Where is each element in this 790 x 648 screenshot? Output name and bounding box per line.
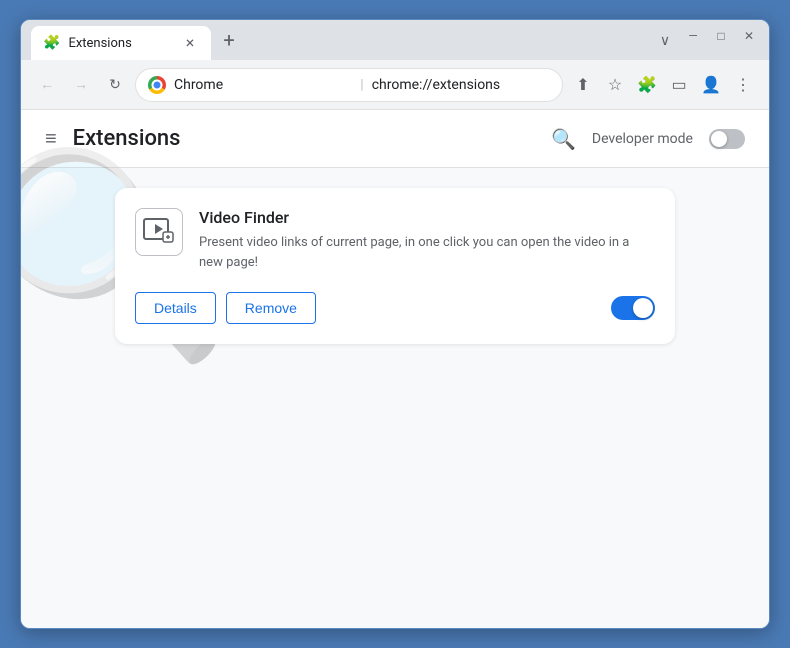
menu-icon[interactable]: ⋮ [729,71,757,99]
extension-app-icon [135,208,183,256]
back-button[interactable]: ← [33,71,61,99]
maximize-button[interactable]: □ [711,26,731,46]
menu-hamburger-icon[interactable]: ≡ [45,126,57,151]
browser-tab[interactable]: 🧩 Extensions × [31,26,211,60]
new-tab-button[interactable]: + [215,26,243,54]
main-content: 🔍 Video Finder Pr [21,168,769,364]
browser-window: 🧩 Extensions × + ∨ — □ ✕ ← → ↻ Chrome | … [20,19,770,629]
video-finder-icon [141,214,177,250]
extensions-icon[interactable]: 🧩 [633,71,661,99]
developer-mode-toggle[interactable] [709,129,745,149]
profile-icon[interactable]: 👤 [697,71,725,99]
page-title: Extensions [73,126,551,151]
details-button[interactable]: Details [135,292,216,324]
address-text: chrome://extensions [372,77,550,93]
extension-card: Video Finder Present video links of curr… [115,188,675,344]
address-divider: | [360,77,363,93]
card-top: Video Finder Present video links of curr… [135,208,655,272]
title-bar-controls: ∨ — □ ✕ [651,20,759,46]
tab-title: Extensions [68,36,173,51]
bookmark-icon[interactable]: ☆ [601,71,629,99]
forward-button[interactable]: → [67,71,95,99]
remove-button[interactable]: Remove [226,292,316,324]
extension-info: Video Finder Present video links of curr… [199,208,655,272]
close-button[interactable]: ✕ [739,26,759,46]
extensions-header: ≡ Extensions 🔍 Developer mode [21,110,769,168]
title-bar: 🧩 Extensions × + ∨ — □ ✕ [21,20,769,60]
page-content: ≡ Extensions 🔍 Developer mode 🔍 [21,110,769,628]
address-bar[interactable]: Chrome | chrome://extensions [135,68,563,102]
tab-close-button[interactable]: × [181,34,199,52]
extension-description: Present video links of current page, in … [199,233,655,272]
chevron-down-icon[interactable]: ∨ [655,26,675,46]
chrome-logo-icon [148,76,166,94]
reload-button[interactable]: ↻ [101,71,129,99]
share-icon[interactable]: ⬆ [569,71,597,99]
card-bottom: Details Remove [135,292,655,324]
minimize-button[interactable]: — [683,26,703,46]
toolbar-actions: ⬆ ☆ 🧩 ▭ 👤 ⋮ [569,71,757,99]
chrome-label: Chrome [174,77,352,93]
extension-name: Video Finder [199,208,655,227]
browser-toolbar: ← → ↻ Chrome | chrome://extensions ⬆ ☆ 🧩… [21,60,769,110]
header-actions: 🔍 Developer mode [551,127,745,151]
extension-enabled-toggle[interactable] [611,296,655,320]
tab-favicon-icon: 🧩 [43,35,60,51]
search-icon[interactable]: 🔍 [551,127,576,151]
developer-mode-label: Developer mode [592,131,693,147]
sidebar-icon[interactable]: ▭ [665,71,693,99]
